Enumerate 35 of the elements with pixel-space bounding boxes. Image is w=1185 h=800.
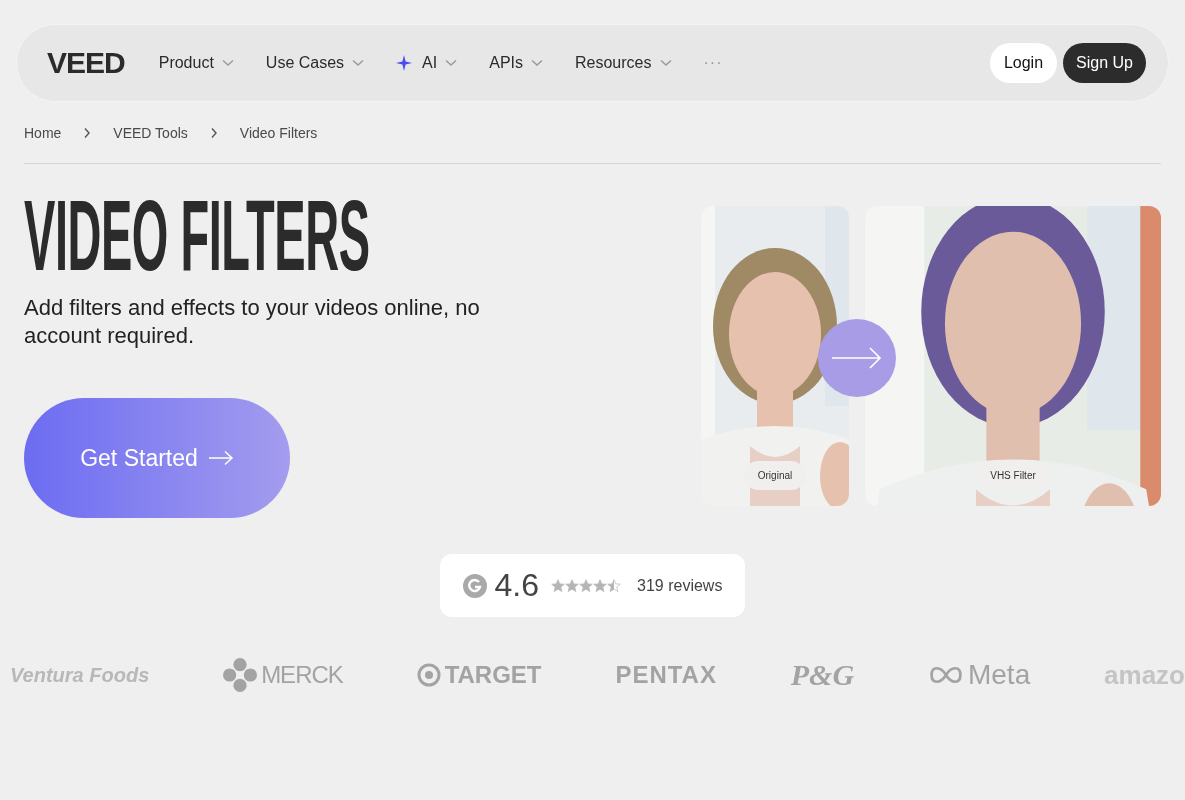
nav-menu-item[interactable]: Resources bbox=[575, 54, 672, 72]
logo[interactable]: VEED bbox=[47, 46, 125, 80]
rating-score: 4.6 bbox=[494, 567, 540, 604]
arrow-right-icon bbox=[207, 450, 234, 466]
signup-button[interactable]: Sign Up bbox=[1063, 43, 1146, 83]
chevron-right-icon bbox=[209, 127, 218, 139]
chevron-down-icon bbox=[659, 59, 672, 67]
brand-logo: TARGET bbox=[444, 661, 542, 689]
login-button[interactable]: Login bbox=[989, 43, 1058, 83]
target-icon bbox=[416, 663, 441, 687]
breadcrumb-link[interactable]: Video Filters bbox=[239, 125, 318, 141]
brand-logo: Meta bbox=[967, 659, 1031, 691]
g2-logo-icon bbox=[462, 573, 487, 598]
nav-menu-item[interactable]: APIs bbox=[489, 54, 543, 72]
infinity-icon bbox=[927, 666, 964, 684]
brand-logo: MERCK bbox=[261, 661, 343, 689]
review-count: 319 reviews bbox=[637, 576, 723, 595]
nav-menu-item[interactable]: Product bbox=[158, 54, 234, 72]
brand-logo: P&G bbox=[790, 658, 855, 692]
get-started-button[interactable]: Get Started bbox=[24, 398, 290, 518]
nav-menu-item[interactable]: AI bbox=[396, 54, 458, 72]
page-title: VIDEO FILTERS bbox=[24, 194, 370, 276]
chevron-down-icon bbox=[531, 59, 543, 67]
arrow-right-icon bbox=[818, 319, 896, 397]
breadcrumb-link[interactable]: Home bbox=[24, 125, 62, 141]
page-subtitle: Add filters and effects to your videos online, no account required. bbox=[24, 294, 481, 350]
brand-logo: PENTAX bbox=[615, 661, 717, 689]
chevron-down-icon bbox=[445, 59, 458, 67]
breadcrumb-link[interactable]: VEED Tools bbox=[113, 125, 188, 141]
chevron-right-icon bbox=[83, 127, 92, 139]
molecule-icon bbox=[223, 658, 258, 692]
chevron-down-icon bbox=[221, 59, 234, 67]
nav-menu-item[interactable]: Use Cases bbox=[265, 54, 365, 72]
sparkle-icon bbox=[396, 55, 413, 71]
chevron-down-icon bbox=[352, 59, 365, 67]
